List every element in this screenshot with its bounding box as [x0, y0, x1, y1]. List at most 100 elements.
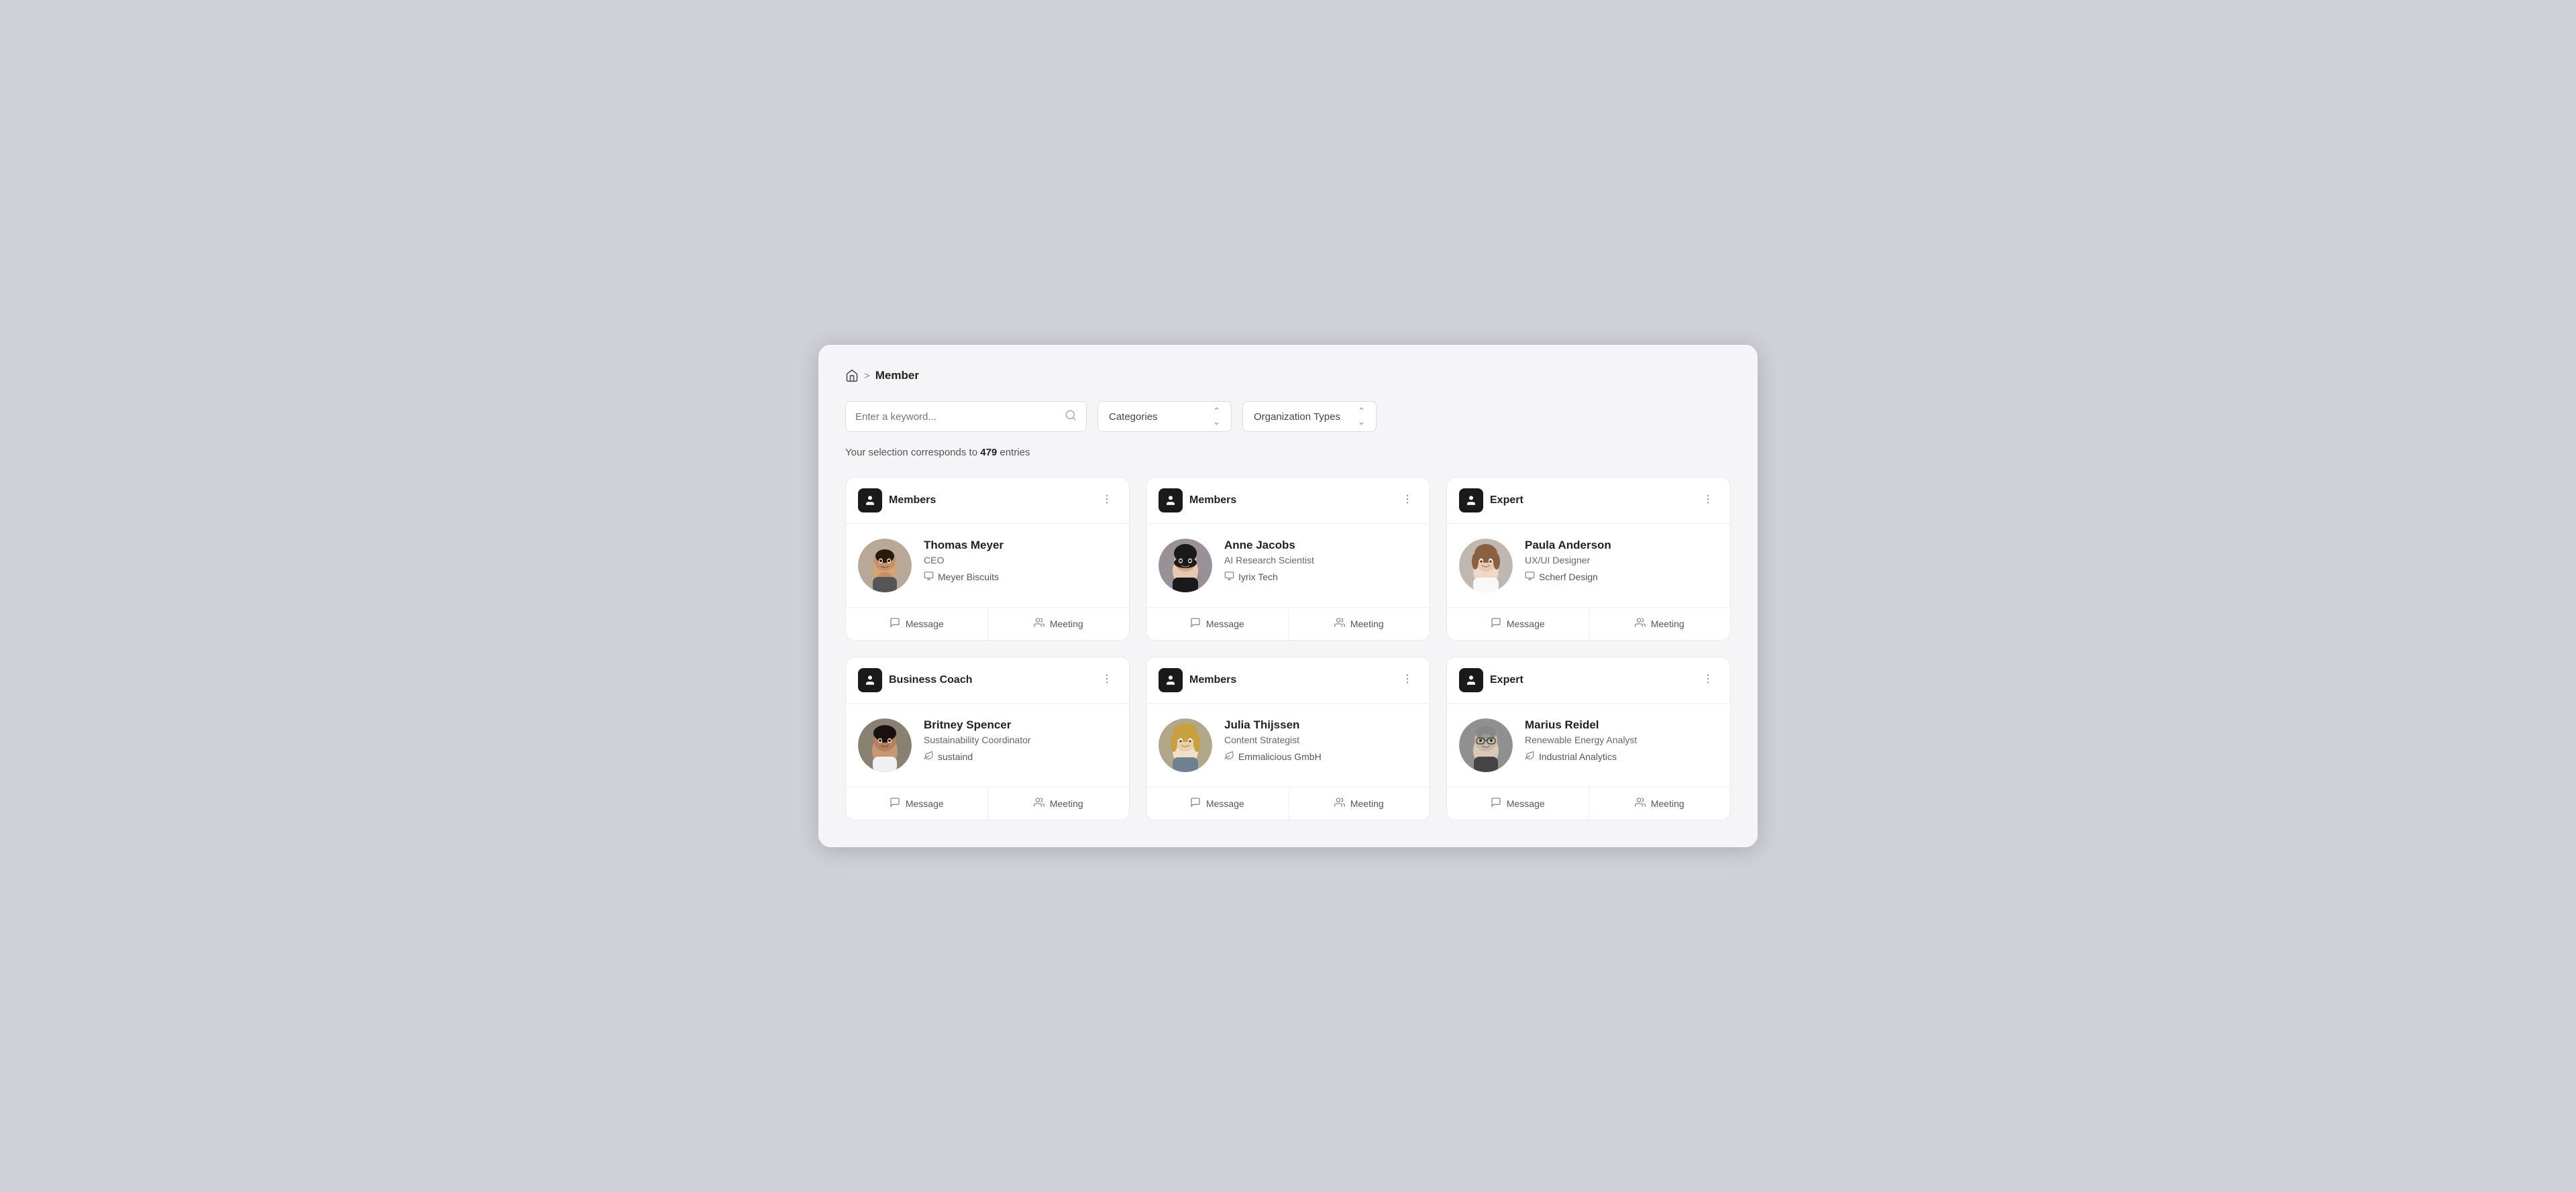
member-info: Marius Reidel Renewable Energy Analyst I… — [1525, 718, 1718, 763]
badge-label: Business Coach — [889, 674, 972, 686]
member-role: UX/UI Designer — [1525, 555, 1718, 565]
card-header: Business Coach — [846, 657, 1129, 704]
card-type-badge: Members — [1159, 488, 1236, 512]
org-types-chevron-icon: ⌃⌄ — [1358, 406, 1365, 427]
message-button[interactable]: Message — [1146, 788, 1289, 820]
badge-icon — [1159, 668, 1183, 692]
meeting-button[interactable]: Meeting — [988, 788, 1130, 820]
message-button[interactable]: Message — [846, 788, 988, 820]
meeting-button[interactable]: Meeting — [1589, 788, 1731, 820]
card-footer: Message Meeting — [846, 787, 1129, 820]
avatar — [1459, 539, 1513, 592]
card-body: Julia Thijssen Content Strategist Emmali… — [1146, 704, 1430, 787]
member-card: Members Anne Jacobs AI Research Scientis… — [1146, 477, 1430, 641]
message-label: Message — [1507, 798, 1545, 809]
card-body: Britney Spencer Sustainability Coordinat… — [846, 704, 1129, 787]
card-more-button[interactable] — [1397, 670, 1417, 690]
search-input[interactable] — [855, 411, 1058, 423]
message-icon — [1491, 797, 1501, 810]
member-info: Britney Spencer Sustainability Coordinat… — [924, 718, 1117, 763]
org-name: Industrial Analytics — [1539, 751, 1617, 762]
member-name: Thomas Meyer — [924, 539, 1117, 552]
message-icon — [1190, 617, 1201, 631]
avatar — [1459, 718, 1513, 772]
card-footer: Message Meeting — [1146, 607, 1430, 640]
member-role: Sustainability Coordinator — [924, 735, 1117, 745]
home-icon[interactable] — [845, 369, 859, 382]
message-icon — [890, 617, 900, 631]
meeting-button[interactable]: Meeting — [1289, 608, 1430, 640]
member-org: Iyrix Tech — [1224, 571, 1417, 583]
categories-label: Categories — [1109, 411, 1199, 423]
avatar — [1159, 539, 1212, 592]
message-icon — [1491, 617, 1501, 631]
meeting-button[interactable]: Meeting — [1289, 788, 1430, 820]
member-info: Paula Anderson UX/UI Designer Scherf Des… — [1525, 539, 1718, 583]
badge-icon — [858, 668, 882, 692]
avatar — [858, 539, 912, 592]
breadcrumb-current-page: Member — [875, 369, 919, 382]
message-button[interactable]: Message — [1447, 608, 1589, 640]
member-card: Members Thomas Meyer CEO Meyer Biscu — [845, 477, 1130, 641]
card-footer: Message Meeting — [1447, 607, 1730, 640]
meeting-label: Meeting — [1651, 798, 1684, 809]
app-container: > Member Categories ⌃⌄ Organization Type… — [818, 345, 1758, 847]
meeting-button[interactable]: Meeting — [1589, 608, 1731, 640]
badge-icon — [1459, 488, 1483, 512]
member-info: Julia Thijssen Content Strategist Emmali… — [1224, 718, 1417, 763]
card-body: Anne Jacobs AI Research Scientist Iyrix … — [1146, 524, 1430, 607]
card-header: Members — [1146, 478, 1430, 524]
meeting-icon — [1635, 797, 1646, 810]
message-button[interactable]: Message — [1146, 608, 1289, 640]
badge-label: Members — [1189, 494, 1236, 506]
card-more-button[interactable] — [1698, 490, 1718, 510]
meeting-icon — [1034, 617, 1044, 631]
meeting-label: Meeting — [1651, 618, 1684, 629]
card-more-button[interactable] — [1397, 490, 1417, 510]
meeting-icon — [1034, 797, 1044, 810]
card-type-badge: Expert — [1459, 668, 1523, 692]
member-org: Industrial Analytics — [1525, 751, 1718, 763]
badge-icon — [858, 488, 882, 512]
message-icon — [890, 797, 900, 810]
meeting-icon — [1635, 617, 1646, 631]
org-name: Meyer Biscuits — [938, 572, 999, 582]
message-label: Message — [1206, 618, 1244, 629]
member-card: Expert Marius Reidel Renewable Energy An… — [1446, 657, 1731, 820]
card-more-button[interactable] — [1097, 670, 1117, 690]
member-name: Marius Reidel — [1525, 718, 1718, 732]
search-wrapper[interactable] — [845, 401, 1087, 432]
member-role: Content Strategist — [1224, 735, 1417, 745]
member-info: Anne Jacobs AI Research Scientist Iyrix … — [1224, 539, 1417, 583]
org-icon — [1525, 571, 1535, 583]
org-types-filter[interactable]: Organization Types ⌃⌄ — [1242, 401, 1377, 432]
card-more-button[interactable] — [1097, 490, 1117, 510]
org-icon — [924, 751, 934, 763]
org-icon — [924, 571, 934, 583]
member-name: Britney Spencer — [924, 718, 1117, 732]
card-body: Thomas Meyer CEO Meyer Biscuits — [846, 524, 1129, 607]
meeting-button[interactable]: Meeting — [988, 608, 1130, 640]
meeting-icon — [1334, 617, 1345, 631]
card-header: Members — [846, 478, 1129, 524]
member-org: Scherf Design — [1525, 571, 1718, 583]
categories-filter[interactable]: Categories ⌃⌄ — [1097, 401, 1232, 432]
message-icon — [1190, 797, 1201, 810]
member-org: Meyer Biscuits — [924, 571, 1117, 583]
meeting-label: Meeting — [1050, 798, 1083, 809]
message-label: Message — [1206, 798, 1244, 809]
avatar — [858, 718, 912, 772]
badge-label: Members — [889, 494, 936, 506]
message-button[interactable]: Message — [1447, 788, 1589, 820]
badge-icon — [1459, 668, 1483, 692]
badge-label: Expert — [1490, 494, 1523, 506]
member-name: Julia Thijssen — [1224, 718, 1417, 732]
member-org: Emmalicious GmbH — [1224, 751, 1417, 763]
message-button[interactable]: Message — [846, 608, 988, 640]
card-type-badge: Members — [858, 488, 936, 512]
card-type-badge: Expert — [1459, 488, 1523, 512]
card-more-button[interactable] — [1698, 670, 1718, 690]
meeting-label: Meeting — [1050, 618, 1083, 629]
breadcrumb-separator: > — [864, 370, 870, 382]
meeting-label: Meeting — [1350, 798, 1384, 809]
